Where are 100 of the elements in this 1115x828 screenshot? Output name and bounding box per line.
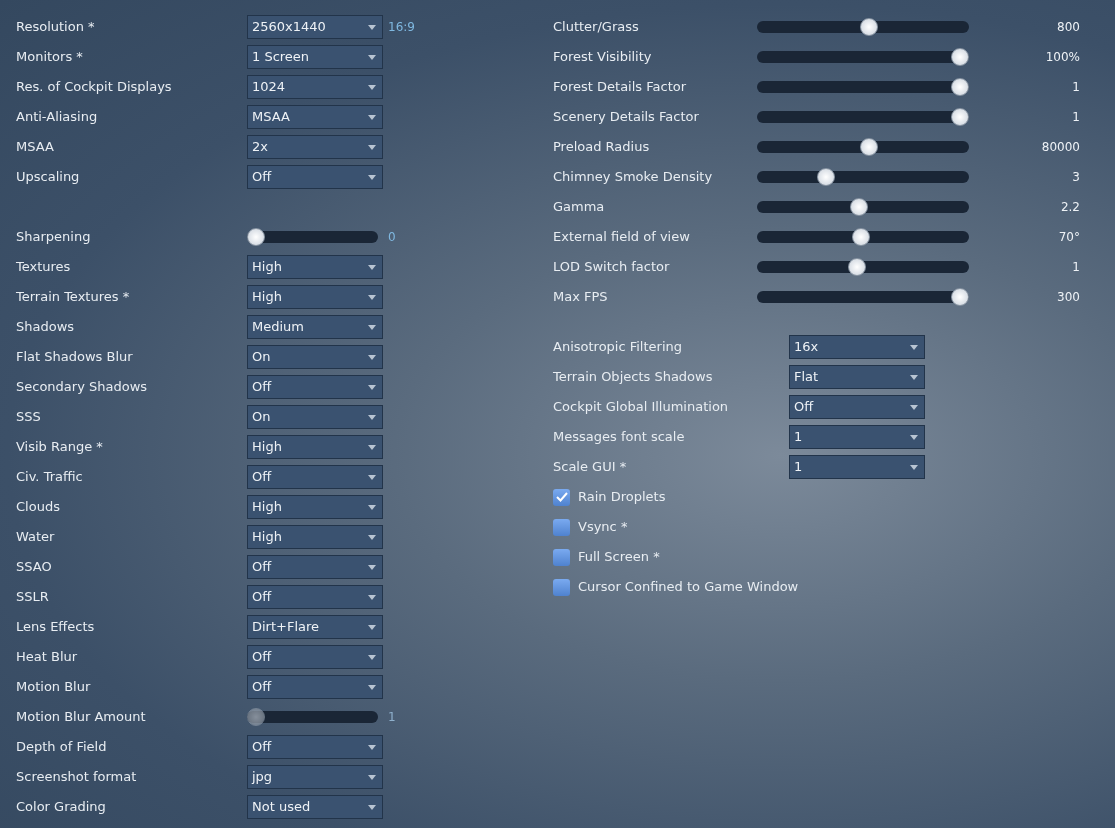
slider-thumb[interactable] xyxy=(850,198,869,216)
dropdown[interactable]: High xyxy=(247,525,383,549)
dropdown[interactable]: Off xyxy=(247,465,383,489)
setting-label: Secondary Shadows xyxy=(16,378,149,397)
caret-icon xyxy=(368,114,376,120)
dropdown[interactable]: High xyxy=(247,285,383,309)
slider-thumb[interactable] xyxy=(859,138,878,156)
slider-value: 1 xyxy=(1071,79,1080,96)
aspect-ratio-text: 16:9 xyxy=(388,19,415,36)
slider-thumb[interactable] xyxy=(951,78,969,96)
slider-value: 3 xyxy=(1071,169,1080,186)
caret-icon xyxy=(368,444,376,450)
setting-label: Anisotropic Filtering xyxy=(553,338,684,357)
slider-value: 300 xyxy=(1056,289,1080,306)
setting-label: Flat Shadows Blur xyxy=(16,348,134,367)
dropdown[interactable]: On xyxy=(247,405,383,429)
setting-label: Clutter/Grass xyxy=(553,18,640,37)
caret-icon xyxy=(910,374,918,380)
slider-thumb[interactable] xyxy=(852,228,871,246)
dropdown[interactable]: Medium xyxy=(247,315,383,339)
dropdown[interactable]: 2560x1440 xyxy=(247,15,383,39)
caret-icon xyxy=(368,264,376,270)
checkbox[interactable] xyxy=(553,548,570,566)
dropdown[interactable]: Off xyxy=(247,165,383,189)
caret-icon xyxy=(368,774,376,780)
dropdown[interactable]: 1 xyxy=(789,425,925,449)
slider-value: 0 xyxy=(388,229,396,246)
setting-label: Motion Blur xyxy=(16,678,92,697)
dropdown[interactable]: 1024 xyxy=(247,75,383,99)
slider-track[interactable] xyxy=(757,231,969,243)
dropdown[interactable]: High xyxy=(247,255,383,279)
dropdown[interactable]: Off xyxy=(247,645,383,669)
dropdown[interactable]: Not used xyxy=(247,795,383,819)
dropdown[interactable]: Off xyxy=(247,375,383,399)
dropdown[interactable]: High xyxy=(247,495,383,519)
dropdown[interactable]: Off xyxy=(247,585,383,609)
checkbox[interactable] xyxy=(553,488,570,506)
dropdown[interactable]: 1 xyxy=(789,455,925,479)
setting-label: Res. of Cockpit Displays xyxy=(16,78,173,97)
slider-track[interactable] xyxy=(757,141,969,153)
caret-icon xyxy=(368,624,376,630)
slider-value: 100% xyxy=(1044,49,1080,66)
dropdown[interactable]: Flat xyxy=(789,365,925,389)
slider-track[interactable] xyxy=(247,231,378,243)
setting-label: SSS xyxy=(16,408,42,427)
dropdown[interactable]: Off xyxy=(247,675,383,699)
caret-icon xyxy=(368,474,376,480)
dropdown[interactable]: High xyxy=(247,435,383,459)
slider-track[interactable] xyxy=(757,111,969,123)
slider-track[interactable] xyxy=(757,171,969,183)
slider-track[interactable] xyxy=(757,21,969,33)
slider-thumb[interactable] xyxy=(951,288,969,306)
dropdown[interactable]: Off xyxy=(789,395,925,419)
checkbox-label: Rain Droplets xyxy=(578,488,666,507)
dropdown[interactable]: 2x xyxy=(247,135,383,159)
setting-label: Cockpit Global Illumination xyxy=(553,398,730,417)
slider-value: 1 xyxy=(1071,259,1080,276)
caret-icon xyxy=(910,434,918,440)
setting-label: Resolution * xyxy=(16,18,96,37)
setting-label: Civ. Traffic xyxy=(16,468,84,487)
caret-icon xyxy=(368,324,376,330)
slider-track[interactable] xyxy=(247,711,378,723)
slider-track[interactable] xyxy=(757,51,969,63)
slider-thumb[interactable] xyxy=(951,48,969,66)
slider-track[interactable] xyxy=(757,201,969,213)
setting-label: LOD Switch factor xyxy=(553,258,671,277)
caret-icon xyxy=(368,594,376,600)
checkbox[interactable] xyxy=(553,518,570,536)
slider-track[interactable] xyxy=(757,261,969,273)
slider-value: 800 xyxy=(1056,19,1080,36)
slider-thumb[interactable] xyxy=(848,258,867,276)
dropdown[interactable]: On xyxy=(247,345,383,369)
setting-label: Preload Radius xyxy=(553,138,651,157)
slider-thumb[interactable] xyxy=(247,228,265,246)
slider-thumb[interactable] xyxy=(951,108,969,126)
setting-label: Shadows xyxy=(16,318,76,337)
setting-label: Terrain Objects Shadows xyxy=(553,368,714,387)
setting-label: Upscaling xyxy=(16,168,81,187)
caret-icon xyxy=(910,404,918,410)
caret-icon xyxy=(368,414,376,420)
checkbox-label: Full Screen * xyxy=(578,548,660,567)
caret-icon xyxy=(910,344,918,350)
setting-label: Sharpening xyxy=(16,228,92,247)
dropdown[interactable]: Dirt+Flare xyxy=(247,615,383,639)
dropdown[interactable]: 1 Screen xyxy=(247,45,383,69)
dropdown[interactable]: jpg xyxy=(247,765,383,789)
slider-track[interactable] xyxy=(757,291,969,303)
slider-value: 1 xyxy=(1071,109,1080,126)
caret-icon xyxy=(368,174,376,180)
slider-track[interactable] xyxy=(757,81,969,93)
dropdown[interactable]: Off xyxy=(247,555,383,579)
slider-thumb[interactable] xyxy=(859,18,878,36)
checkbox[interactable] xyxy=(553,578,570,596)
dropdown[interactable]: MSAA xyxy=(247,105,383,129)
setting-label: Color Grading xyxy=(16,798,107,817)
slider-value: 80000 xyxy=(1040,139,1080,156)
dropdown[interactable]: 16x xyxy=(789,335,925,359)
slider-thumb[interactable] xyxy=(817,168,836,186)
setting-label: Chimney Smoke Density xyxy=(553,168,714,187)
dropdown[interactable]: Off xyxy=(247,735,383,759)
